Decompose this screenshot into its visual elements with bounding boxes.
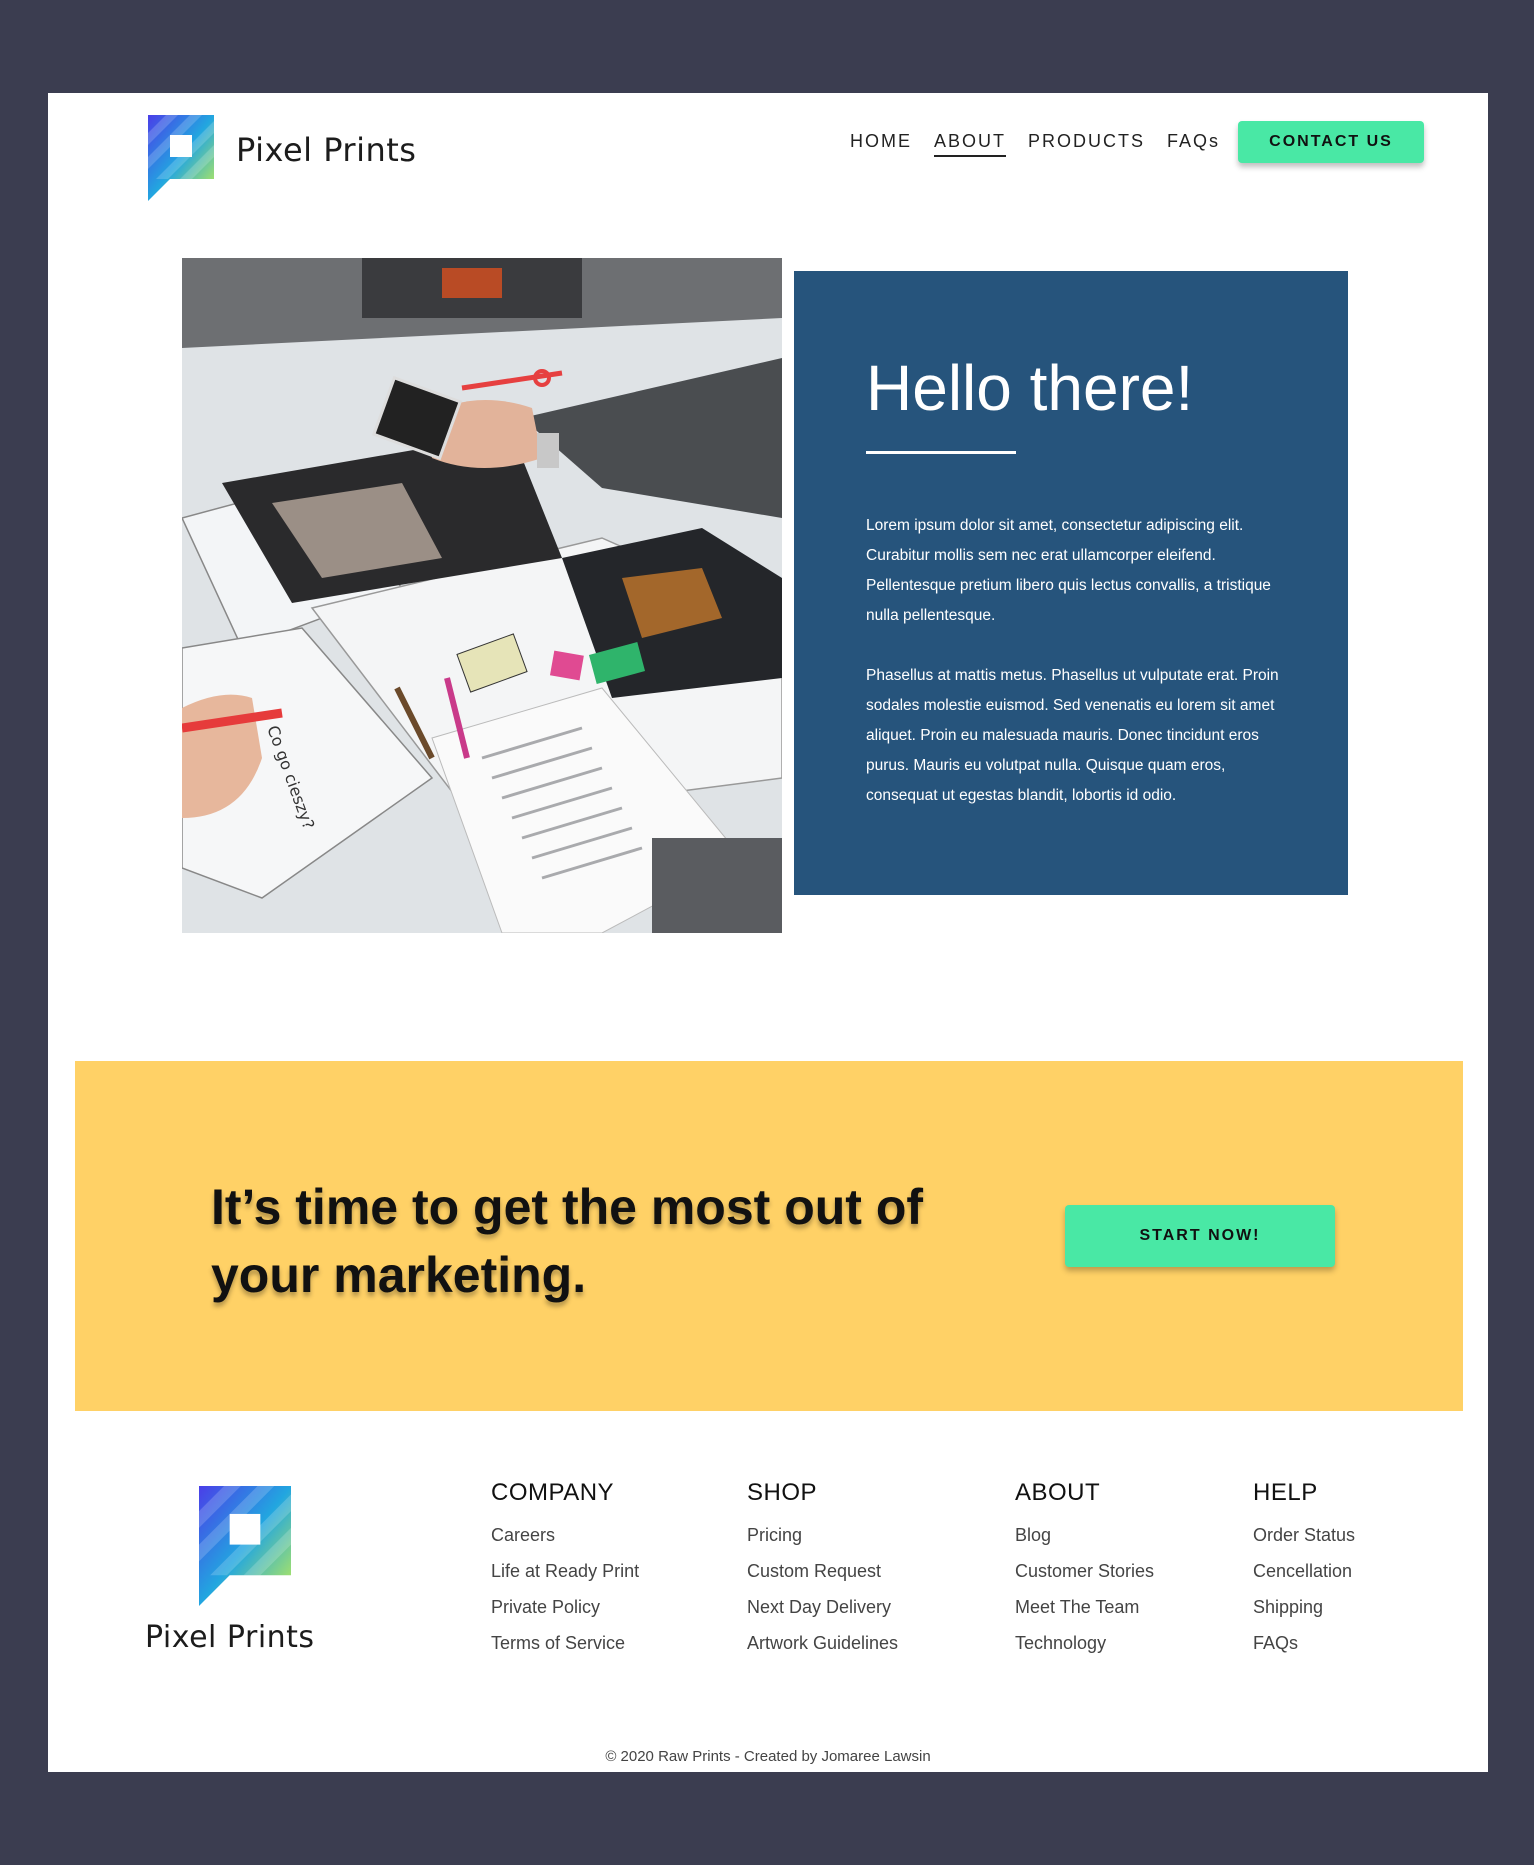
footer-link-pricing[interactable]: Pricing	[747, 1517, 898, 1553]
footer-column-title: HELP	[1253, 1479, 1318, 1506]
footer-link-artwork-guidelines[interactable]: Artwork Guidelines	[747, 1625, 898, 1661]
footer-column-title: ABOUT	[1015, 1479, 1101, 1506]
print-workshop-photo: Co go cieszy?	[182, 258, 782, 933]
hero-title: Hello there!	[866, 352, 1194, 424]
footer-link-meet-the-team[interactable]: Meet The Team	[1015, 1589, 1154, 1625]
logo-icon	[148, 115, 214, 201]
hero-divider	[866, 451, 1016, 454]
hero-body: Lorem ipsum dolor sit amet, consectetur …	[866, 511, 1291, 841]
page: Pixel Prints HOME ABOUT PRODUCTS FAQs CO…	[48, 93, 1488, 1772]
footer-link-order-status[interactable]: Order Status	[1253, 1517, 1355, 1553]
footer-link-shipping[interactable]: Shipping	[1253, 1589, 1355, 1625]
header-logo[interactable]: Pixel Prints	[148, 115, 416, 201]
footer-link-custom-request[interactable]: Custom Request	[747, 1553, 898, 1589]
footer-column-about: ABOUT Blog Customer Stories Meet The Tea…	[1015, 1479, 1154, 1661]
footer-link-technology[interactable]: Technology	[1015, 1625, 1154, 1661]
footer-link-careers[interactable]: Careers	[491, 1517, 639, 1553]
nav-faqs[interactable]: FAQs	[1167, 131, 1220, 157]
hero-card: Hello there! Lorem ipsum dolor sit amet,…	[794, 271, 1348, 895]
footer-column-shop: SHOP Pricing Custom Request Next Day Del…	[747, 1479, 898, 1661]
contact-us-button[interactable]: CONTACT US	[1238, 121, 1424, 163]
nav-products[interactable]: PRODUCTS	[1028, 131, 1145, 157]
copyright-text: © 2020 Raw Prints - Created by Jomaree L…	[605, 1748, 931, 1765]
footer-column-company: COMPANY Careers Life at Ready Print Priv…	[491, 1479, 639, 1661]
brand-name: Pixel Prints	[236, 131, 417, 169]
footer-link-faqs[interactable]: FAQs	[1253, 1625, 1355, 1661]
logo-icon	[199, 1486, 291, 1606]
footer-link-private-policy[interactable]: Private Policy	[491, 1589, 639, 1625]
cta-band: It’s time to get the most out of your ma…	[75, 1061, 1463, 1411]
hero-paragraph: Lorem ipsum dolor sit amet, consectetur …	[866, 517, 1271, 624]
main-nav: HOME ABOUT PRODUCTS FAQs	[850, 131, 1242, 157]
footer-link-next-day-delivery[interactable]: Next Day Delivery	[747, 1589, 898, 1625]
footer-link-cancellation[interactable]: Cencellation	[1253, 1553, 1355, 1589]
start-now-button[interactable]: START NOW!	[1065, 1205, 1335, 1267]
footer-link-customer-stories[interactable]: Customer Stories	[1015, 1553, 1154, 1589]
hero-photo: Co go cieszy?	[182, 258, 782, 933]
footer-link-life-at-ready-print[interactable]: Life at Ready Print	[491, 1553, 639, 1589]
hero-paragraph: Phasellus at mattis metus. Phasellus ut …	[866, 667, 1279, 804]
footer-link-blog[interactable]: Blog	[1015, 1517, 1154, 1553]
footer-column-title: SHOP	[747, 1479, 818, 1506]
nav-about[interactable]: ABOUT	[934, 131, 1007, 157]
footer-brand-name: Pixel Prints	[145, 1620, 315, 1655]
footer-column-title: COMPANY	[491, 1479, 615, 1506]
footer-column-help: HELP Order Status Cencellation Shipping …	[1253, 1479, 1355, 1661]
cta-heading: It’s time to get the most out of your ma…	[211, 1179, 924, 1303]
nav-home[interactable]: HOME	[850, 131, 912, 157]
footer-link-terms-of-service[interactable]: Terms of Service	[491, 1625, 639, 1661]
